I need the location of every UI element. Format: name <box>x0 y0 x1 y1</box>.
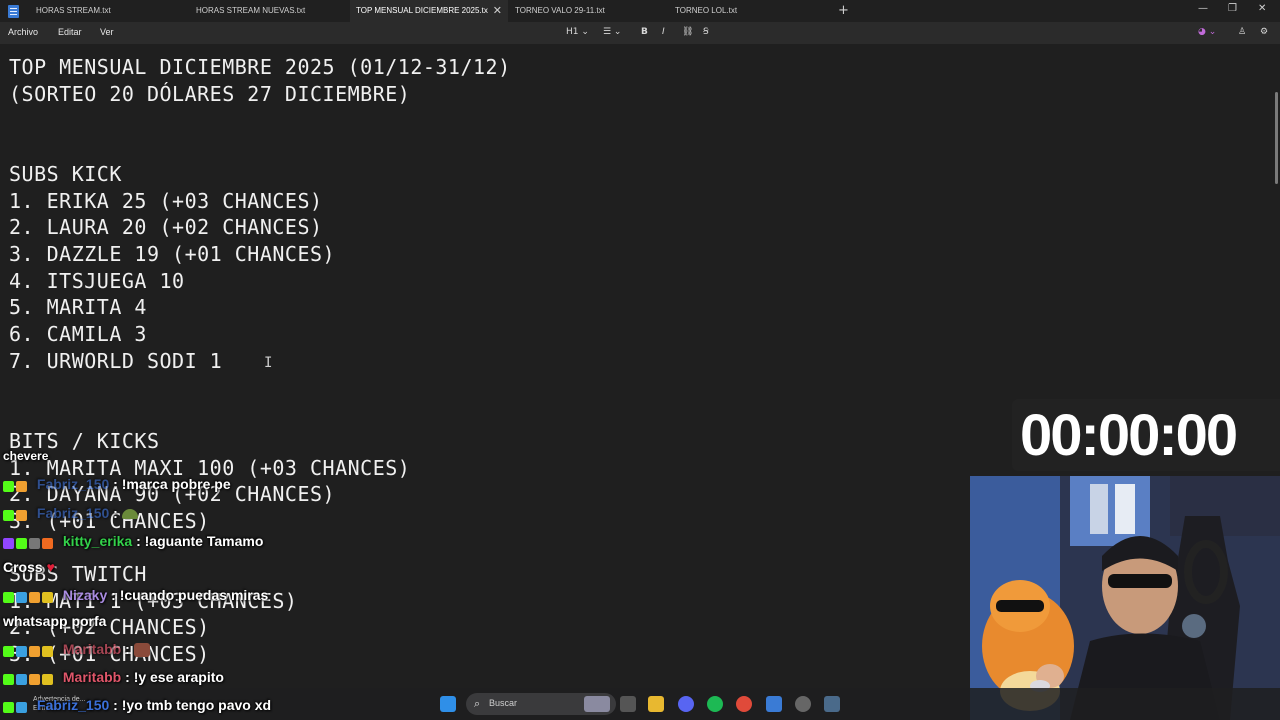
chat-text: Cross <box>3 559 43 575</box>
tab-label: TOP MENSUAL DICIEMBRE 2025.tx <box>356 6 488 15</box>
chat-message: Nizaky : !cuando puedas miras <box>3 587 268 604</box>
heading-dropdown[interactable]: H1 ⌄ <box>566 27 589 37</box>
chat-message: Fabriz_150 : !marca pobre pe <box>3 476 231 493</box>
badge-icons <box>3 670 55 686</box>
chat-text: !aguante Tamamo <box>144 533 264 549</box>
clear-format-icon[interactable]: Ꞩ <box>703 27 709 37</box>
account-icon[interactable]: ♙ <box>1238 27 1246 37</box>
badge-icons <box>3 698 29 714</box>
tab-label: HORAS STREAM NUEVAS.txt <box>196 6 306 15</box>
windows-start-icon[interactable] <box>440 696 456 712</box>
document-line: 1. ERIKA 25 (+03 CHANCES) <box>9 189 323 213</box>
chat-username[interactable]: Maritabb <box>63 641 121 657</box>
menu-editar[interactable]: Editar <box>58 27 82 37</box>
chat-message: Fabriz_150 : <box>3 505 138 522</box>
chat-username[interactable]: Nizaky <box>63 587 107 603</box>
emote-icon <box>133 643 150 658</box>
chat-separator: : <box>136 533 145 549</box>
stream-timer: 00:00:00 <box>1020 403 1238 468</box>
chat-text: !y ese arapito <box>133 669 224 685</box>
discord-icon[interactable] <box>678 696 694 712</box>
document-line: (SORTEO 20 DÓLARES 27 DICIEMBRE) <box>9 82 411 106</box>
italic-button[interactable]: I <box>662 27 665 37</box>
chat-message: kitty_erika : !aguante Tamamo <box>3 533 263 550</box>
chat-fragment: chevere <box>3 449 49 463</box>
close-icon[interactable]: ✕ <box>493 0 502 22</box>
notepad-icon <box>8 5 19 18</box>
chat-username[interactable]: Maritabb <box>63 669 121 685</box>
tab-label: HORAS STREAM.txt <box>36 6 111 15</box>
tab-torneo-valo[interactable]: TORNEO VALO 29-11.txt <box>509 0 669 22</box>
badge-icons <box>3 588 55 604</box>
tab-horas-stream-nuevas[interactable]: HORAS STREAM NUEVAS.txt <box>190 0 350 22</box>
document-line: 6. CAMILA 3 <box>9 322 147 346</box>
chat-separator: : <box>113 697 122 713</box>
menu-bar: Archivo Editar Ver H1 ⌄ ☰ ⌄ B I ⛓ Ꞩ ◕ ⌄ … <box>0 22 1280 44</box>
text-cursor-icon: I <box>264 355 273 371</box>
chat-text: !marca pobre pe <box>121 476 231 492</box>
search-highlight-icon <box>584 696 610 712</box>
calculator-icon[interactable] <box>824 696 840 712</box>
chat-username[interactable]: Fabriz_150 <box>37 476 109 492</box>
document-line: 4. ITSJUEGA 10 <box>9 269 185 293</box>
webcam-feed <box>970 476 1280 720</box>
badge-icons <box>3 477 29 493</box>
search-placeholder: Buscar <box>489 698 518 708</box>
chat-message: Fabriz_150 : !yo tmb tengo pavo xd <box>3 697 271 714</box>
heart-icon: ♥ <box>46 559 55 575</box>
chat-separator: : <box>113 505 122 521</box>
new-tab-icon[interactable]: + <box>838 3 849 18</box>
tab-top-mensual[interactable]: TOP MENSUAL DICIEMBRE 2025.tx ✕ <box>350 0 508 22</box>
document-line: 5. MARITA 4 <box>9 295 147 319</box>
chat-message: Maritabb : !y ese arapito <box>3 669 224 686</box>
chrome-icon[interactable] <box>736 696 752 712</box>
maximize-icon[interactable]: ❐ <box>1228 3 1237 14</box>
document-line: 7. URWORLD SODI 1 <box>9 349 223 373</box>
tab-bar: HORAS STREAM.txt HORAS STREAM NUEVAS.txt… <box>0 0 1280 22</box>
chat-continuation: Cross ♥ <box>3 559 55 575</box>
document-line: TOP MENSUAL DICIEMBRE 2025 (01/12-31/12) <box>9 55 511 79</box>
document-line: SUBS KICK <box>9 162 122 186</box>
badge-icons <box>3 642 55 658</box>
chat-text: !cuando puedas miras <box>119 587 269 603</box>
chat-text: !yo tmb tengo pavo xd <box>121 697 272 713</box>
close-window-icon[interactable]: ✕ <box>1258 3 1266 14</box>
task-view-icon[interactable] <box>620 696 636 712</box>
chat-message: Maritabb : <box>3 641 150 658</box>
chat-username[interactable]: Fabriz_150 <box>37 697 109 713</box>
webcam-image <box>970 476 1280 720</box>
badge-icons <box>3 506 29 522</box>
tab-horas-stream[interactable]: HORAS STREAM.txt <box>30 0 190 22</box>
chat-username[interactable]: kitty_erika <box>63 533 132 549</box>
bold-button[interactable]: B <box>641 27 648 37</box>
tab-torneo-lol[interactable]: TORNEO LOL.txt <box>669 0 829 22</box>
search-icon: ⌕ <box>474 697 481 710</box>
tab-label: TORNEO VALO 29-11.txt <box>515 6 605 15</box>
tab-label: TORNEO LOL.txt <box>675 6 738 15</box>
menu-ver[interactable]: Ver <box>100 27 114 37</box>
chat-separator: : <box>111 587 120 603</box>
copilot-icon[interactable]: ◕ ⌄ <box>1198 27 1216 37</box>
minimize-icon[interactable]: — <box>1198 3 1208 14</box>
scrollbar[interactable] <box>1275 92 1278 184</box>
link-icon[interactable]: ⛓ <box>682 27 693 37</box>
chat-username[interactable]: Fabriz_150 <box>37 505 109 521</box>
spotify-icon[interactable] <box>707 696 723 712</box>
chat-separator: : <box>125 641 134 657</box>
list-dropdown-icon[interactable]: ☰ ⌄ <box>603 27 621 37</box>
settings-icon[interactable]: ⚙ <box>1260 27 1268 37</box>
chat-continuation: whatsapp porfa <box>3 613 107 629</box>
heading-label: H1 <box>566 27 579 37</box>
menu-archivo[interactable]: Archivo <box>8 27 38 37</box>
app-taskbar-icon[interactable] <box>795 696 811 712</box>
badge-icons <box>3 534 55 550</box>
chat-separator: : <box>125 669 134 685</box>
emote-icon <box>121 509 138 520</box>
document-line: 2. LAURA 20 (+02 CHANCES) <box>9 215 323 239</box>
document-line: 3. DAZZLE 19 (+01 CHANCES) <box>9 242 336 266</box>
notepad-taskbar-icon[interactable] <box>766 696 782 712</box>
chat-separator: : <box>113 476 122 492</box>
file-explorer-icon[interactable] <box>648 696 664 712</box>
